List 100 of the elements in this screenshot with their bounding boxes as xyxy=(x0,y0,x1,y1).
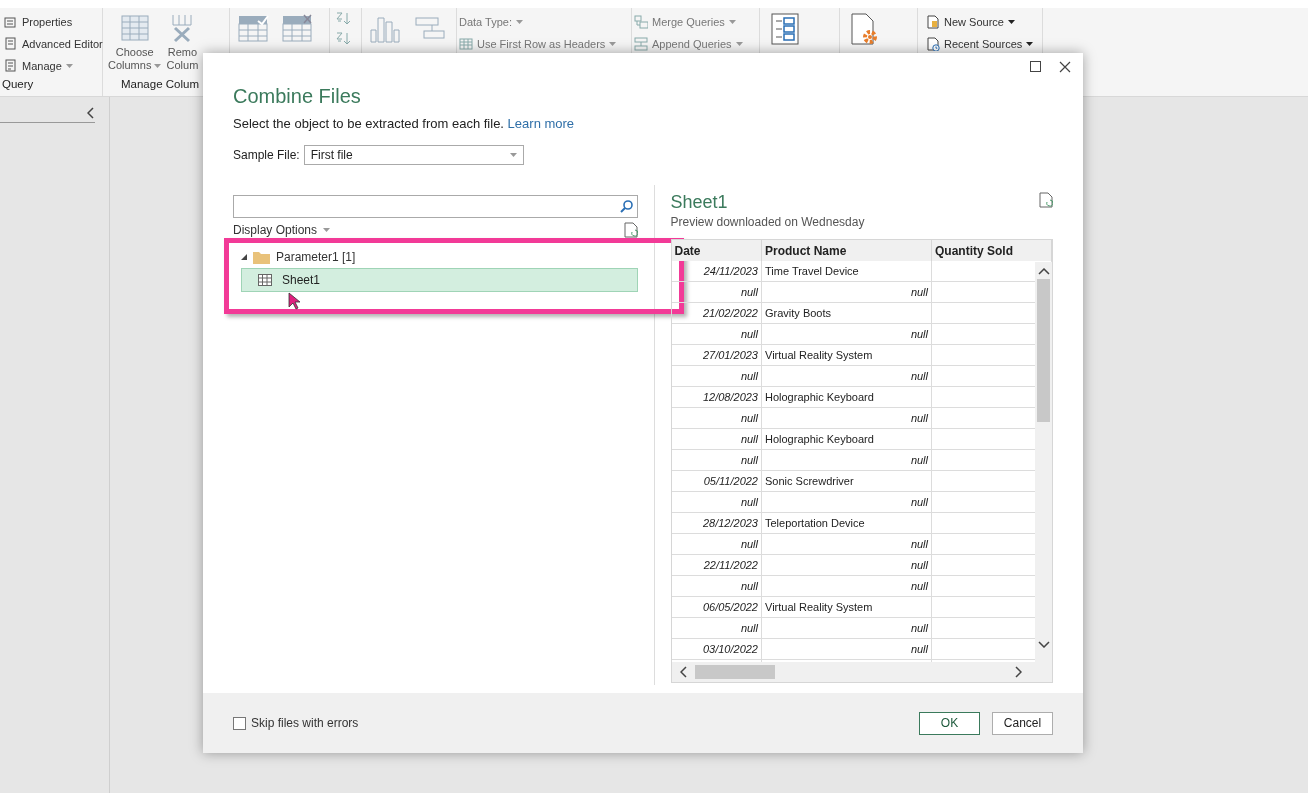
table-icon xyxy=(258,274,272,286)
sort-ascending-icon xyxy=(336,12,351,26)
table-cell: Sonic Screwdriver xyxy=(761,470,932,492)
dialog-title: Combine Files xyxy=(233,85,362,108)
table-cell: null xyxy=(761,533,932,555)
collapse-icon xyxy=(87,107,95,119)
table-cell: 12/08/2023 xyxy=(671,386,762,408)
caret-icon xyxy=(728,19,736,24)
group-label: Manage Colum xyxy=(120,78,200,92)
scroll-left-icon xyxy=(679,666,687,678)
ribbon-button[interactable]: New Source xyxy=(924,12,1036,31)
close-icon[interactable] xyxy=(1059,61,1071,73)
search-icon xyxy=(619,200,633,213)
tree-item[interactable]: Sheet1 xyxy=(241,268,638,292)
learn-more-link[interactable]: Learn more xyxy=(507,116,575,131)
table-cell: null xyxy=(761,617,932,639)
search-field[interactable] xyxy=(233,195,638,218)
scroll-down-icon xyxy=(1037,641,1050,648)
table-cell: null xyxy=(761,407,932,429)
table-cell: 05/11/2022 xyxy=(671,470,762,492)
table-cell: Holographic Keyboard xyxy=(761,428,932,450)
table-cell: null xyxy=(671,533,762,555)
scrollbar-thumb[interactable] xyxy=(1037,279,1050,422)
ribbon-button[interactable]: Choose Columns xyxy=(107,8,163,72)
scroll-right-icon xyxy=(1015,666,1022,678)
sort-descending-icon xyxy=(336,32,351,46)
table-cell: null xyxy=(761,491,932,513)
tree-item[interactable]: Parameter1 [1] xyxy=(276,250,356,264)
document-icon xyxy=(4,36,18,51)
table-cell: null xyxy=(671,428,762,450)
instruction-text: Select the object to be extracted from each file. Learn more xyxy=(233,116,576,131)
maximize-icon[interactable] xyxy=(1030,61,1041,72)
group-label: Query xyxy=(2,78,34,92)
table-cell: null xyxy=(761,323,932,345)
caret-icon xyxy=(323,228,331,232)
table-cell: 03/10/2022 xyxy=(671,638,762,660)
scroll-up-icon xyxy=(1037,268,1050,275)
table-cell: null xyxy=(671,323,762,345)
table-cell: Time Travel Device xyxy=(761,261,932,282)
ribbon-button[interactable]: Remo Colum xyxy=(164,8,201,72)
table-icon xyxy=(459,36,473,51)
document-icon xyxy=(4,58,18,73)
table-cell: null xyxy=(671,575,762,597)
preview-title: Sheet1 xyxy=(670,192,729,213)
table-cell: null xyxy=(671,617,762,639)
table-cell: Gravity Boots xyxy=(761,302,932,324)
table-cell: null xyxy=(761,554,932,576)
scrollbar-thumb[interactable] xyxy=(694,665,775,679)
display-options-button[interactable]: Display Options xyxy=(233,223,331,237)
table-cell: Virtual Reality System xyxy=(761,344,932,366)
table-cell: 24/11/2023 xyxy=(671,261,762,282)
merge-icon xyxy=(634,14,648,29)
caret-icon xyxy=(1007,19,1015,24)
table-cell: null xyxy=(671,281,762,303)
table-cell: 21/02/2022 xyxy=(671,302,762,324)
table-cell: null xyxy=(671,407,762,429)
ribbon-button[interactable]: Advanced Editor xyxy=(2,34,105,53)
ribbon-button[interactable]: Manage xyxy=(2,56,105,75)
folder-icon xyxy=(253,250,270,264)
cancel-button[interactable]: Cancel xyxy=(992,711,1053,735)
column-header[interactable]: Quantity Sold xyxy=(931,240,1052,261)
refresh-icon[interactable] xyxy=(623,222,638,238)
caret-icon xyxy=(65,63,73,68)
recent-sources-icon xyxy=(926,36,940,51)
field-label: Sample File: xyxy=(233,148,300,162)
cursor-icon xyxy=(288,292,301,310)
ribbon-button[interactable]: Properties xyxy=(2,12,105,31)
caret-icon xyxy=(735,41,743,46)
new-source-icon xyxy=(926,14,940,29)
table-cell: Holographic Keyboard xyxy=(761,386,932,408)
skip-errors-checkbox[interactable]: Skip files with errors xyxy=(233,716,359,730)
preview-subtitle: Preview downloaded on Wednesday xyxy=(670,215,865,229)
table-cell: null xyxy=(671,365,762,387)
ok-button[interactable]: OK xyxy=(919,711,980,735)
table-cell: 22/11/2022 xyxy=(671,554,762,576)
table-cell: null xyxy=(671,491,762,513)
refresh-icon[interactable] xyxy=(1039,192,1053,208)
caret-icon xyxy=(516,19,523,24)
table-cell: null xyxy=(671,449,762,471)
table-cell: 28/12/2023 xyxy=(671,512,762,534)
ribbon-button[interactable]: Recent Sources xyxy=(924,34,1036,53)
table-cell: null xyxy=(761,365,932,387)
table-cell: Teleportation Device xyxy=(761,512,932,534)
table-cell: null xyxy=(761,638,932,660)
table-cell: 06/05/2022 xyxy=(671,596,762,618)
table-cell: 27/01/2023 xyxy=(671,344,762,366)
column-header[interactable]: Product Name xyxy=(761,240,932,261)
append-icon xyxy=(634,36,648,51)
caret-icon xyxy=(509,153,517,157)
table-cell: Virtual Reality System xyxy=(761,596,932,618)
column-header[interactable]: Date xyxy=(671,240,762,261)
table-cell: null xyxy=(761,575,932,597)
table-cell: null xyxy=(761,449,932,471)
horizontal-scrollbar[interactable] xyxy=(671,662,1052,682)
caret-icon xyxy=(1026,41,1034,46)
list-icon xyxy=(4,14,18,29)
caret-icon xyxy=(154,64,162,69)
sample-file-dropdown[interactable]: First file xyxy=(303,145,524,165)
vertical-scrollbar[interactable] xyxy=(1035,262,1052,662)
caret-icon xyxy=(609,41,617,46)
